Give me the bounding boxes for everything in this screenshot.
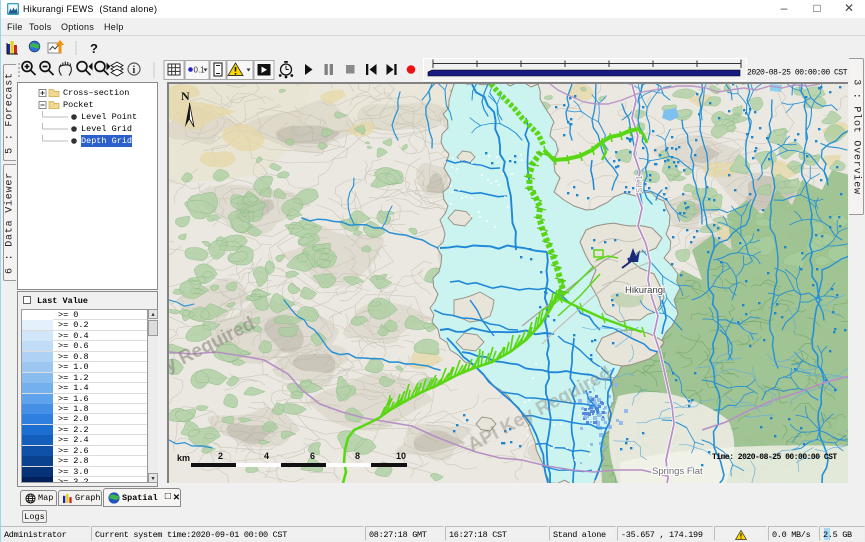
svg-text:Time: 2020-08-25 00:00:00 CST: Time: 2020-08-25 00:00:00 CST: [712, 453, 837, 462]
svg-text:6: 6: [310, 451, 315, 461]
svg-text:10: 10: [396, 451, 406, 461]
svg-text:SH 1: SH 1: [635, 175, 644, 193]
svg-text:N: N: [181, 89, 190, 103]
svg-text:?: ?: [90, 41, 98, 56]
svg-text:8: 8: [355, 451, 360, 461]
svg-text:i: i: [133, 65, 136, 76]
svg-text:2: 2: [218, 451, 223, 461]
svg-text:Hikurangi: Hikurangi: [625, 285, 665, 296]
svg-text:4: 4: [264, 451, 269, 461]
svg-text:Springs Flat: Springs Flat: [652, 466, 703, 477]
svg-text:km: km: [177, 453, 190, 463]
svg-text:2020-08-25 00:00:00 CST: 2020-08-25 00:00:00 CST: [747, 69, 848, 78]
svg-text:0.1: 0.1: [194, 66, 206, 75]
